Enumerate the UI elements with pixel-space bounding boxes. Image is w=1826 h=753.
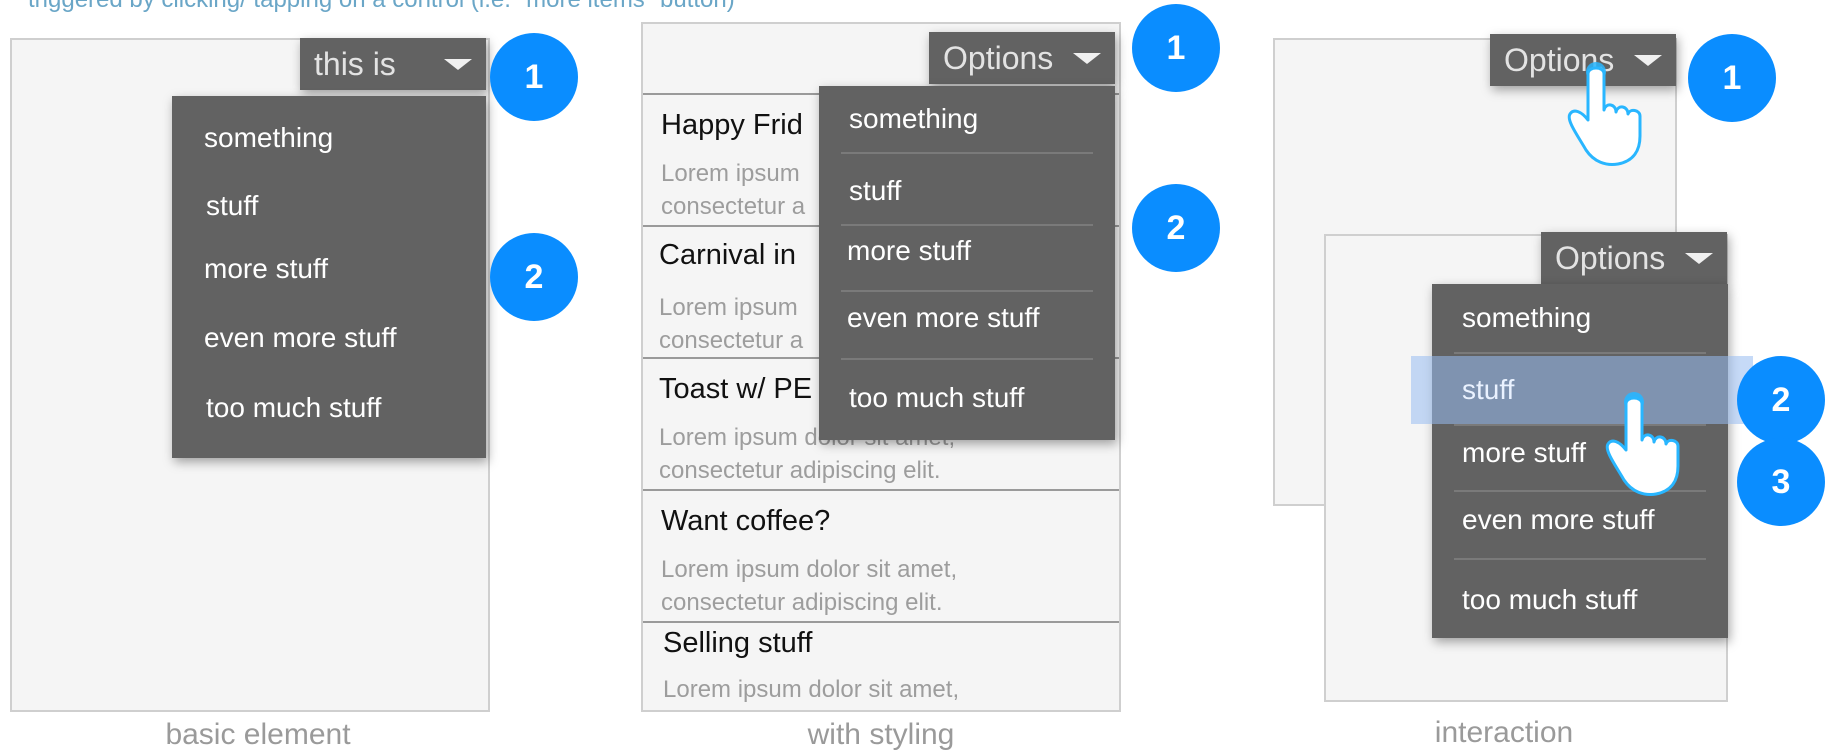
list-item-title: Happy Frid (661, 109, 803, 141)
step-badge-2: 2 (490, 233, 578, 321)
hand-pointer-icon (1567, 62, 1642, 166)
list-item[interactable]: Selling stuff Lorem ipsum dolor sit amet… (643, 621, 1119, 710)
basic-menu: something stuff more stuff even more stu… (172, 96, 486, 458)
basic-menu-item-even-more-stuff[interactable]: even more stuff (204, 322, 396, 354)
interaction-menu-item-even-more-stuff[interactable]: even more stuff (1462, 504, 1654, 536)
step-badge-1: 1 (1132, 4, 1220, 92)
styling-menu-item-stuff[interactable]: stuff (849, 175, 901, 207)
styling-menu-item-something[interactable]: something (849, 103, 978, 135)
basic-dropdown-label: this is (314, 45, 396, 82)
interaction-menu-item-too-much-stuff[interactable]: too much stuff (1462, 584, 1637, 616)
menu-separator (841, 152, 1093, 154)
step-badge-2: 2 (1132, 184, 1220, 272)
menu-separator (1454, 558, 1706, 560)
list-item-title: Selling stuff (663, 627, 813, 659)
menu-separator (841, 358, 1093, 360)
menu-separator (841, 224, 1093, 226)
caret-down-icon (1685, 253, 1713, 264)
interaction-front-options-label: Options (1555, 239, 1666, 276)
styling-options-button[interactable]: Options (929, 32, 1115, 84)
styling-menu-item-even-more-stuff[interactable]: even more stuff (847, 302, 1039, 334)
list-item-body-line: Lorem ipsum dolor sit amet, (661, 556, 958, 583)
list-item-body-line: Lorem ipsum dolor sit amet, (663, 676, 960, 703)
styling-options-label: Options (943, 39, 1054, 76)
list-item-body-line: consectetur a (659, 327, 804, 354)
step-badge-1: 1 (490, 33, 578, 121)
caption-basic-element: basic element (165, 718, 351, 751)
step-badge-3: 3 (1737, 438, 1825, 526)
basic-menu-item-more-stuff[interactable]: more stuff (204, 253, 328, 285)
interaction-front-options-button[interactable]: Options (1541, 232, 1727, 284)
list-item-title: Toast w/ PE (659, 373, 813, 405)
basic-dropdown-button[interactable]: this is (300, 38, 486, 90)
styling-menu-item-too-much-stuff[interactable]: too much stuff (849, 382, 1024, 414)
list-item-body-line: consectetur a (661, 193, 806, 220)
caret-down-icon (444, 59, 472, 70)
list-item[interactable]: Want coffee? Lorem ipsum dolor sit amet,… (643, 489, 1119, 621)
list-item-body-line: Lorem ipsum (661, 160, 800, 187)
list-item-body-line: Lorem ipsum (659, 294, 798, 321)
interaction-menu-item-more-stuff[interactable]: more stuff (1462, 437, 1586, 469)
list-item-body-line: consectetur adipiscing elit. (659, 457, 941, 484)
step-badge-2: 2 (1737, 356, 1825, 444)
interaction-menu-item-stuff-highlighted[interactable]: stuff (1462, 374, 1514, 406)
basic-menu-item-something[interactable]: something (204, 122, 333, 154)
caption-with-styling: with styling (807, 718, 955, 751)
interaction-menu-item-something[interactable]: something (1462, 302, 1591, 334)
caret-down-icon (1073, 53, 1101, 64)
menu-separator (1454, 352, 1706, 354)
hand-pointer-icon (1605, 392, 1680, 496)
styling-menu-item-more-stuff[interactable]: more stuff (847, 235, 971, 267)
list-item-body-line: consectetur adipiscing elit. (661, 589, 943, 616)
basic-menu-item-too-much-stuff[interactable]: too much stuff (206, 392, 381, 424)
basic-menu-item-stuff[interactable]: stuff (206, 190, 258, 222)
list-item-title: Carnival in (659, 239, 796, 271)
step-badge-1: 1 (1688, 34, 1776, 122)
list-item-title: Want coffee? (661, 505, 831, 537)
intro-text: triggered by clicking/ tapping on a cont… (28, 0, 735, 14)
styling-menu: something stuff more stuff even more stu… (819, 86, 1115, 440)
caption-interaction: interaction (1434, 716, 1574, 749)
menu-separator (841, 290, 1093, 292)
